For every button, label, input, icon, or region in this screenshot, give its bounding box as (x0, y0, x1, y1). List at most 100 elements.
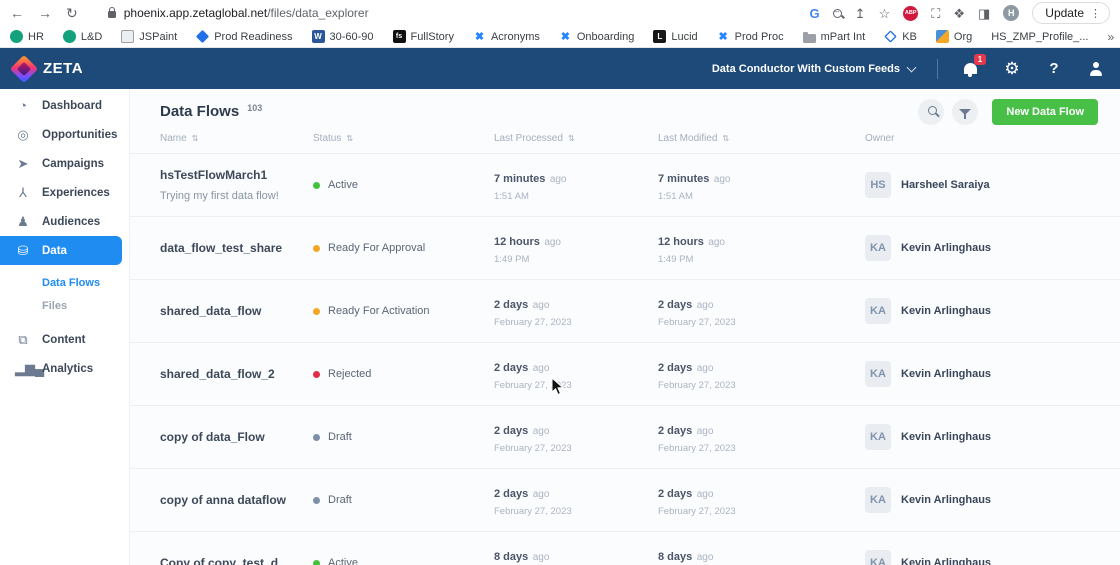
table-row[interactable]: hsTestFlowMarch1 Trying my first data fl… (130, 153, 1120, 216)
last-modified-cell: 2 days ago February 27, 2023 (658, 358, 865, 391)
back-button[interactable]: ← (10, 6, 24, 20)
sidebar-item-data[interactable]: ⛁ Data (0, 236, 122, 265)
bookmark-item[interactable]: JSPaint (121, 30, 177, 43)
main-content: Data Flows 103 New Data Flow Name ⇅ Stat… (130, 89, 1120, 565)
table-row[interactable]: data_flow_test_share Ready For Approval … (130, 216, 1120, 279)
zoom-icon[interactable] (833, 9, 842, 18)
ago-label: ago (697, 300, 714, 311)
sidebar-item-icon: ♟ (15, 214, 31, 230)
sort-icon[interactable]: ⇅ (192, 134, 199, 143)
bookmark-item[interactable]: L Lucid (653, 30, 697, 43)
url-text[interactable]: phoenix.app.zetaglobal.net/files/data_ex… (124, 6, 369, 20)
update-button[interactable]: Update⋮ (1032, 2, 1110, 24)
filter-icon (959, 109, 971, 115)
column-header-name[interactable]: Name ⇅ (160, 133, 313, 144)
sidebar-item-content[interactable]: ⧉ Content (0, 325, 129, 354)
owner-cell: HS Harsheel Saraiya (865, 172, 1120, 198)
table-row[interactable]: shared_data_flow_2 Rejected 2 days ago F… (130, 342, 1120, 405)
notifications-button[interactable]: 1 (960, 59, 980, 79)
sidebar-item-analytics[interactable]: ▂▆▄ Analytics (0, 354, 129, 383)
sidebar-item-icon: ➤ (15, 156, 31, 172)
owner-name: Harsheel Saraiya (901, 179, 990, 191)
bookmark-item[interactable]: HS_ZMP_Profile_... (991, 31, 1088, 43)
new-data-flow-button[interactable]: New Data Flow (992, 99, 1098, 125)
side-panel-icon[interactable]: ◨ (978, 7, 990, 20)
column-header-status[interactable]: Status ⇅ (313, 133, 494, 144)
sidebar-item-experiences[interactable]: ⅄ Experiences (0, 178, 129, 207)
bookmark-item[interactable]: ✖ Acronyms (473, 30, 540, 43)
bookmark-item[interactable]: L&D (63, 30, 102, 43)
flow-name[interactable]: data_flow_test_share (160, 241, 313, 255)
sidebar-subitem-data-flows[interactable]: Data Flows (0, 271, 129, 294)
zeta-brand[interactable]: ZETA (14, 59, 83, 79)
google-icon[interactable]: G (810, 7, 820, 20)
flow-name[interactable]: Copy of copy_test_d... (160, 556, 313, 565)
column-header-label: Name (160, 133, 187, 144)
reload-button[interactable]: ↻ (66, 6, 78, 20)
sort-icon[interactable]: ⇅ (568, 134, 575, 143)
sidebar-item-dashboard[interactable]: ◔ Dashboard (0, 91, 129, 120)
flow-name[interactable]: copy of anna dataflow (160, 493, 313, 507)
environment-selector[interactable]: Data Conductor With Custom Feeds (712, 63, 915, 75)
column-header-last-processed[interactable]: Last Processed ⇅ (494, 133, 658, 144)
owner-avatar: KA (865, 424, 891, 450)
column-header-owner[interactable]: Owner (865, 133, 1120, 144)
sidebar-item-opportunities[interactable]: ◎ Opportunities (0, 120, 129, 149)
app-navbar: ZETA Data Conductor With Custom Feeds 1 … (0, 48, 1120, 89)
bookmark-item[interactable]: fs FullStory (393, 30, 454, 43)
address-bar[interactable]: phoenix.app.zetaglobal.net/files/data_ex… (108, 6, 369, 20)
filter-button[interactable] (952, 99, 978, 125)
table-row[interactable]: copy of data_Flow Draft 2 days ago Febru… (130, 405, 1120, 468)
share-icon[interactable]: ↥ (855, 7, 866, 20)
bookmark-item[interactable]: Org (936, 30, 972, 43)
header-actions: New Data Flow (918, 99, 1098, 125)
bookmark-item[interactable]: mPart Int (803, 31, 866, 43)
sort-icon[interactable]: ⇅ (346, 134, 353, 143)
browser-toolbar: ← → ↻ phoenix.app.zetaglobal.net/files/d… (0, 0, 1120, 26)
sidebar-subitem-files[interactable]: Files (0, 294, 129, 317)
bookmark-item[interactable]: ✖ Onboarding (559, 30, 635, 43)
gear-icon: ⚙ (1004, 60, 1019, 77)
settings-button[interactable]: ⚙ (1002, 59, 1022, 79)
bookmark-item[interactable]: Prod Readiness (196, 30, 292, 43)
adblock-icon[interactable]: ABP (903, 6, 918, 21)
sidebar-item-label: Dashboard (42, 100, 102, 112)
table-row[interactable]: copy of anna dataflow Draft 2 days ago F… (130, 468, 1120, 531)
bookmark-item[interactable]: W 30-60-90 (312, 30, 374, 43)
forward-button[interactable]: → (38, 6, 52, 20)
record-count: 103 (247, 103, 262, 113)
sidebar-item-label: Data (42, 245, 67, 257)
menu-kebab-icon[interactable]: ⋮ (1090, 7, 1101, 20)
help-button[interactable]: ? (1044, 59, 1064, 79)
last-processed-cell: 2 days ago February 27, 2023 (494, 484, 658, 517)
table-row[interactable]: Copy of copy_test_d... Active 8 days ago… (130, 531, 1120, 565)
flow-name[interactable]: shared_data_flow_2 (160, 367, 313, 381)
screen: ← → ↻ phoenix.app.zetaglobal.net/files/d… (0, 0, 1120, 565)
browser-profile-avatar[interactable]: H (1003, 5, 1019, 21)
sidebar-item-icon: ◔ (15, 98, 31, 113)
search-button[interactable] (918, 99, 944, 125)
sidebar-item-audiences[interactable]: ♟ Audiences (0, 207, 129, 236)
sidebar-item-campaigns[interactable]: ➤ Campaigns (0, 149, 129, 178)
bookmark-item[interactable]: HR (10, 30, 44, 43)
bookmarks-overflow-icon[interactable]: » (1107, 30, 1114, 44)
column-header-last-modified[interactable]: Last Modified ⇅ (658, 133, 865, 144)
sort-icon[interactable]: ⇅ (722, 134, 729, 143)
capture-icon[interactable]: ⛶ (931, 7, 940, 20)
owner-avatar: KA (865, 361, 891, 387)
flow-name[interactable]: shared_data_flow (160, 304, 313, 318)
profile-button[interactable] (1086, 59, 1106, 79)
bookmark-item[interactable]: KB (884, 30, 917, 43)
bookmark-star-icon[interactable]: ☆ (879, 7, 891, 20)
owner-name: Kevin Arlinghaus (901, 557, 991, 565)
table-row[interactable]: shared_data_flow Ready For Activation 2 … (130, 279, 1120, 342)
owner-name: Kevin Arlinghaus (901, 242, 991, 254)
extensions-icon[interactable]: ❖ (953, 7, 965, 20)
flow-name[interactable]: hsTestFlowMarch1 (160, 168, 313, 182)
last-processed-cell: 8 days ago February 22, 2023 (494, 547, 658, 565)
toolbar-right: G ↥ ☆ ABP ⛶ ❖ ◨ H Update⋮ (810, 2, 1110, 24)
modified-absolute: February 27, 2023 (658, 317, 865, 328)
lock-icon (108, 11, 116, 18)
bookmark-item[interactable]: ✖ Prod Proc (717, 30, 784, 43)
flow-name[interactable]: copy of data_Flow (160, 430, 313, 444)
